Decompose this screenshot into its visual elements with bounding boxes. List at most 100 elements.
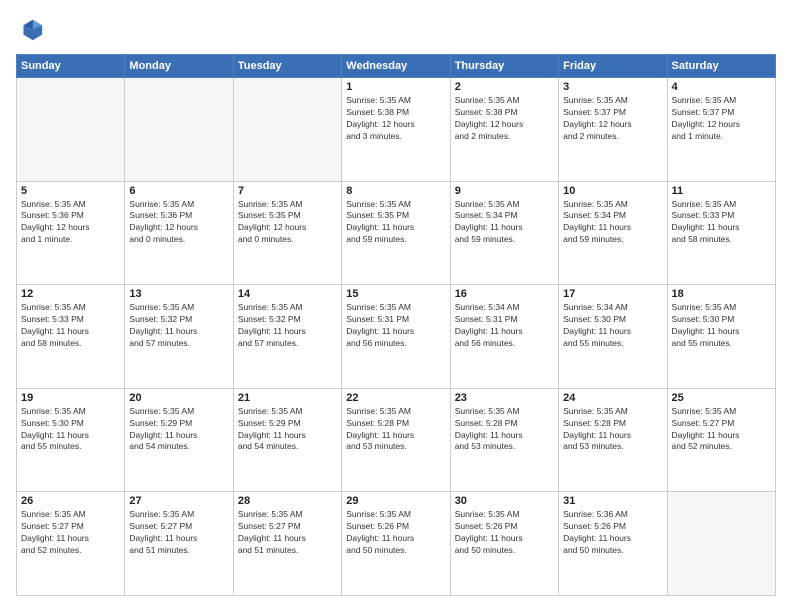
day-number: 17 bbox=[563, 288, 662, 300]
day-number: 15 bbox=[346, 288, 445, 300]
day-number: 21 bbox=[238, 392, 337, 404]
calendar-cell: 15 Sunrise: 5:35 AM Sunset: 5:31 PM Dayli… bbox=[342, 285, 450, 389]
day-info: Sunrise: 5:35 AM Sunset: 5:34 PM Dayligh… bbox=[455, 199, 554, 247]
weekday-header-row: SundayMondayTuesdayWednesdayThursdayFrid… bbox=[17, 55, 776, 78]
calendar-cell: 25Sunrise: 5:35 AM Sunset: 5:27 PM Dayli… bbox=[667, 388, 775, 492]
day-number: 9 bbox=[455, 185, 554, 197]
calendar-cell: 17 Sunrise: 5:34 AM Sunset: 5:30 PM Dayli… bbox=[559, 285, 667, 389]
calendar-cell: 19Sunrise: 5:35 AM Sunset: 5:30 PM Dayli… bbox=[17, 388, 125, 492]
day-info: Sunrise: 5:35 AM Sunset: 5:37 PM Dayligh… bbox=[563, 95, 662, 143]
page: SundayMondayTuesdayWednesdayThursdayFrid… bbox=[0, 0, 792, 612]
day-number: 5 bbox=[21, 185, 120, 197]
week-row-1: 1 Sunrise: 5:35 AM Sunset: 5:38 PM Daylig… bbox=[17, 78, 776, 182]
calendar-cell: 11Sunrise: 5:35 AM Sunset: 5:33 PM Dayli… bbox=[667, 181, 775, 285]
weekday-header-sunday: Sunday bbox=[17, 55, 125, 78]
day-info: Sunrise: 5:35 AM Sunset: 5:33 PM Dayligh… bbox=[21, 302, 120, 350]
day-number: 8 bbox=[346, 185, 445, 197]
day-info: Sunrise: 5:35 AM Sunset: 5:35 PM Dayligh… bbox=[346, 199, 445, 247]
calendar-cell: 1 Sunrise: 5:35 AM Sunset: 5:38 PM Daylig… bbox=[342, 78, 450, 182]
calendar-cell: 20 Sunrise: 5:35 AM Sunset: 5:29 PM Dayli… bbox=[125, 388, 233, 492]
day-info: Sunrise: 5:35 AM Sunset: 5:31 PM Dayligh… bbox=[346, 302, 445, 350]
calendar-cell: 5 Sunrise: 5:35 AM Sunset: 5:36 PM Daylig… bbox=[17, 181, 125, 285]
day-info: Sunrise: 5:35 AM Sunset: 5:32 PM Dayligh… bbox=[129, 302, 228, 350]
calendar-cell: 2 Sunrise: 5:35 AM Sunset: 5:38 PM Daylig… bbox=[450, 78, 558, 182]
day-number: 30 bbox=[455, 495, 554, 507]
day-number: 18 bbox=[672, 288, 771, 300]
calendar-cell: 28 Sunrise: 5:35 AM Sunset: 5:27 PM Dayli… bbox=[233, 492, 341, 596]
calendar-cell: 8 Sunrise: 5:35 AM Sunset: 5:35 PM Daylig… bbox=[342, 181, 450, 285]
day-number: 1 bbox=[346, 81, 445, 93]
day-number: 29 bbox=[346, 495, 445, 507]
day-number: 27 bbox=[129, 495, 228, 507]
day-number: 6 bbox=[129, 185, 228, 197]
day-number: 28 bbox=[238, 495, 337, 507]
day-number: 26 bbox=[21, 495, 120, 507]
logo bbox=[16, 16, 48, 44]
weekday-header-wednesday: Wednesday bbox=[342, 55, 450, 78]
weekday-header-tuesday: Tuesday bbox=[233, 55, 341, 78]
day-info: Sunrise: 5:35 AM Sunset: 5:28 PM Dayligh… bbox=[563, 406, 662, 454]
day-number: 20 bbox=[129, 392, 228, 404]
calendar-cell: 10 Sunrise: 5:35 AM Sunset: 5:34 PM Dayli… bbox=[559, 181, 667, 285]
day-number: 4 bbox=[672, 81, 771, 93]
calendar-cell: 12 Sunrise: 5:35 AM Sunset: 5:33 PM Dayli… bbox=[17, 285, 125, 389]
day-info: Sunrise: 5:36 AM Sunset: 5:26 PM Dayligh… bbox=[563, 509, 662, 557]
calendar-cell: 30 Sunrise: 5:35 AM Sunset: 5:26 PM Dayli… bbox=[450, 492, 558, 596]
day-number: 25 bbox=[672, 392, 771, 404]
calendar-cell: 3Sunrise: 5:35 AM Sunset: 5:37 PM Daylig… bbox=[559, 78, 667, 182]
calendar-cell bbox=[233, 78, 341, 182]
day-number: 13 bbox=[129, 288, 228, 300]
calendar-cell: 4 Sunrise: 5:35 AM Sunset: 5:37 PM Daylig… bbox=[667, 78, 775, 182]
calendar-cell: 14Sunrise: 5:35 AM Sunset: 5:32 PM Dayli… bbox=[233, 285, 341, 389]
day-info: Sunrise: 5:35 AM Sunset: 5:27 PM Dayligh… bbox=[21, 509, 120, 557]
day-info: Sunrise: 5:35 AM Sunset: 5:27 PM Dayligh… bbox=[238, 509, 337, 557]
weekday-header-saturday: Saturday bbox=[667, 55, 775, 78]
calendar-cell bbox=[125, 78, 233, 182]
day-number: 7 bbox=[238, 185, 337, 197]
day-info: Sunrise: 5:34 AM Sunset: 5:31 PM Dayligh… bbox=[455, 302, 554, 350]
day-number: 14 bbox=[238, 288, 337, 300]
day-info: Sunrise: 5:34 AM Sunset: 5:30 PM Dayligh… bbox=[563, 302, 662, 350]
day-number: 22 bbox=[346, 392, 445, 404]
calendar-cell: 9 Sunrise: 5:35 AM Sunset: 5:34 PM Daylig… bbox=[450, 181, 558, 285]
day-info: Sunrise: 5:35 AM Sunset: 5:28 PM Dayligh… bbox=[455, 406, 554, 454]
day-info: Sunrise: 5:35 AM Sunset: 5:26 PM Dayligh… bbox=[346, 509, 445, 557]
calendar-cell: 16Sunrise: 5:34 AM Sunset: 5:31 PM Dayli… bbox=[450, 285, 558, 389]
day-info: Sunrise: 5:35 AM Sunset: 5:34 PM Dayligh… bbox=[563, 199, 662, 247]
day-number: 2 bbox=[455, 81, 554, 93]
week-row-3: 12 Sunrise: 5:35 AM Sunset: 5:33 PM Dayli… bbox=[17, 285, 776, 389]
day-info: Sunrise: 5:35 AM Sunset: 5:37 PM Dayligh… bbox=[672, 95, 771, 143]
calendar-cell: 13 Sunrise: 5:35 AM Sunset: 5:32 PM Dayli… bbox=[125, 285, 233, 389]
calendar-cell: 24 Sunrise: 5:35 AM Sunset: 5:28 PM Dayli… bbox=[559, 388, 667, 492]
day-number: 12 bbox=[21, 288, 120, 300]
day-info: Sunrise: 5:35 AM Sunset: 5:36 PM Dayligh… bbox=[21, 199, 120, 247]
calendar-cell: 26 Sunrise: 5:35 AM Sunset: 5:27 PM Dayli… bbox=[17, 492, 125, 596]
calendar-cell: 31Sunrise: 5:36 AM Sunset: 5:26 PM Dayli… bbox=[559, 492, 667, 596]
calendar-cell: 21Sunrise: 5:35 AM Sunset: 5:29 PM Dayli… bbox=[233, 388, 341, 492]
calendar-cell: 22 Sunrise: 5:35 AM Sunset: 5:28 PM Dayli… bbox=[342, 388, 450, 492]
calendar-cell bbox=[17, 78, 125, 182]
calendar-cell bbox=[667, 492, 775, 596]
calendar-cell: 6Sunrise: 5:35 AM Sunset: 5:36 PM Daylig… bbox=[125, 181, 233, 285]
weekday-header-thursday: Thursday bbox=[450, 55, 558, 78]
day-info: Sunrise: 5:35 AM Sunset: 5:27 PM Dayligh… bbox=[129, 509, 228, 557]
week-row-4: 19Sunrise: 5:35 AM Sunset: 5:30 PM Dayli… bbox=[17, 388, 776, 492]
header bbox=[16, 16, 776, 44]
day-info: Sunrise: 5:35 AM Sunset: 5:28 PM Dayligh… bbox=[346, 406, 445, 454]
calendar-cell: 7 Sunrise: 5:35 AM Sunset: 5:35 PM Daylig… bbox=[233, 181, 341, 285]
day-number: 11 bbox=[672, 185, 771, 197]
week-row-2: 5 Sunrise: 5:35 AM Sunset: 5:36 PM Daylig… bbox=[17, 181, 776, 285]
calendar-cell: 27 Sunrise: 5:35 AM Sunset: 5:27 PM Dayli… bbox=[125, 492, 233, 596]
day-info: Sunrise: 5:35 AM Sunset: 5:29 PM Dayligh… bbox=[129, 406, 228, 454]
week-row-5: 26 Sunrise: 5:35 AM Sunset: 5:27 PM Dayli… bbox=[17, 492, 776, 596]
weekday-header-friday: Friday bbox=[559, 55, 667, 78]
day-number: 24 bbox=[563, 392, 662, 404]
day-info: Sunrise: 5:35 AM Sunset: 5:38 PM Dayligh… bbox=[346, 95, 445, 143]
calendar-cell: 23Sunrise: 5:35 AM Sunset: 5:28 PM Dayli… bbox=[450, 388, 558, 492]
calendar-table: SundayMondayTuesdayWednesdayThursdayFrid… bbox=[16, 54, 776, 596]
day-info: Sunrise: 5:35 AM Sunset: 5:30 PM Dayligh… bbox=[672, 302, 771, 350]
day-info: Sunrise: 5:35 AM Sunset: 5:26 PM Dayligh… bbox=[455, 509, 554, 557]
day-number: 10 bbox=[563, 185, 662, 197]
day-info: Sunrise: 5:35 AM Sunset: 5:38 PM Dayligh… bbox=[455, 95, 554, 143]
day-info: Sunrise: 5:35 AM Sunset: 5:35 PM Dayligh… bbox=[238, 199, 337, 247]
